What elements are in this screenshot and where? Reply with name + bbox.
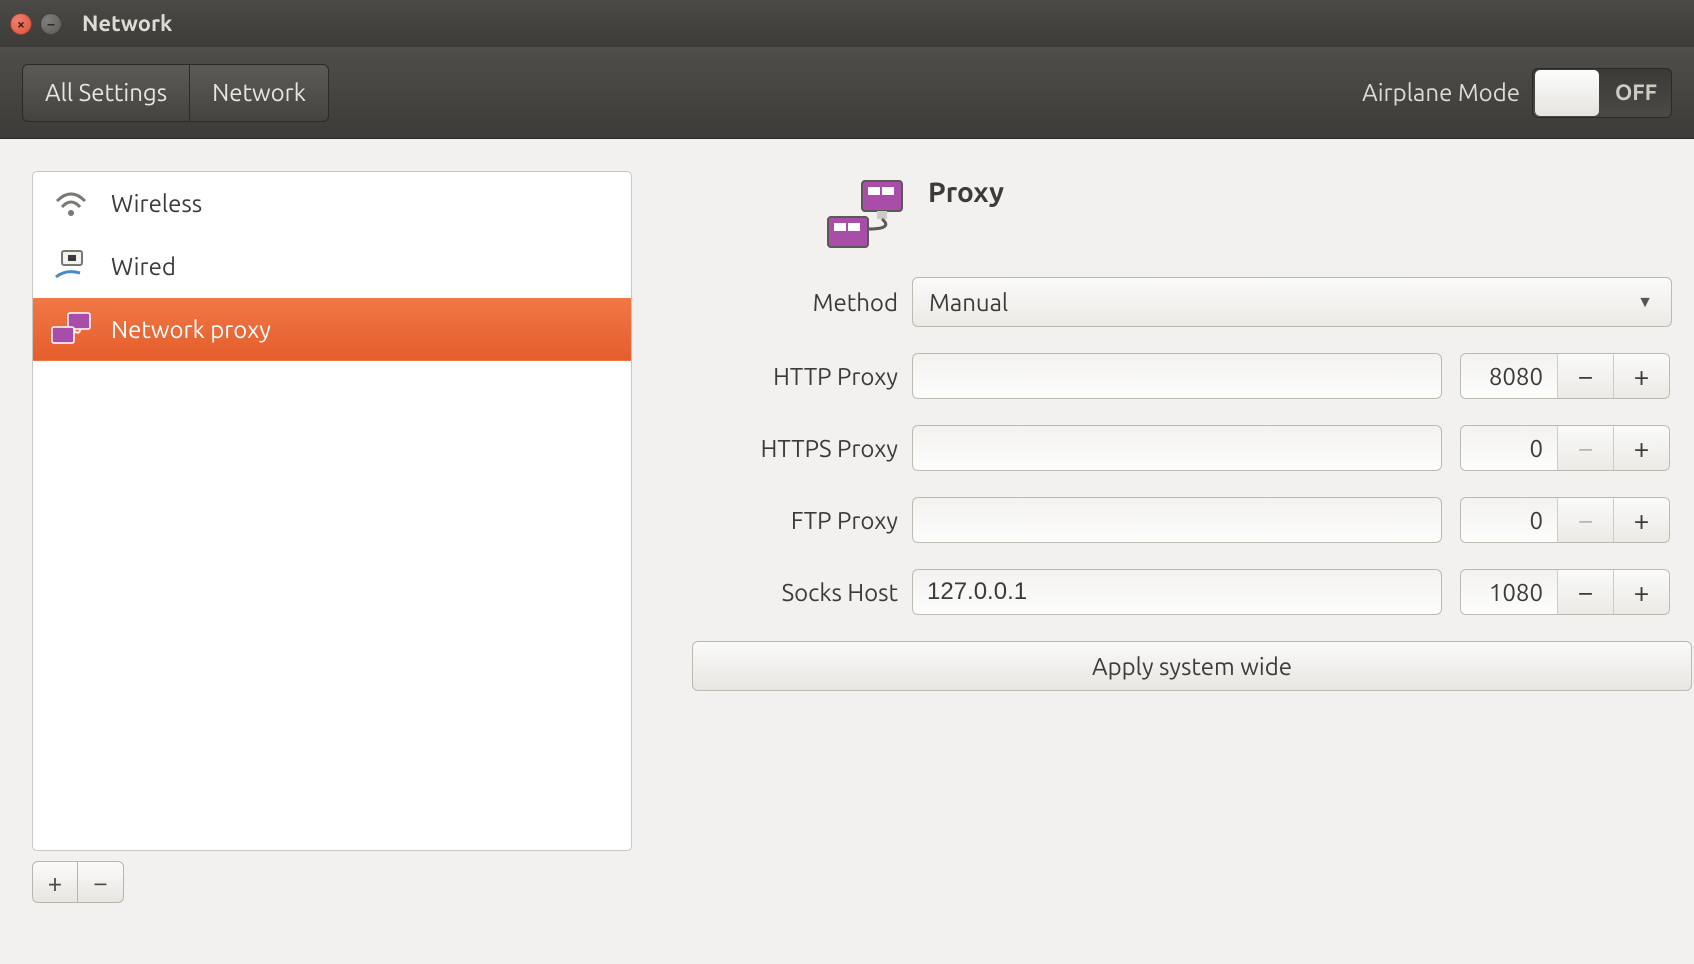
ethernet-icon	[49, 248, 93, 284]
http-proxy-label: HTTP Proxy	[672, 363, 912, 390]
ftp-proxy-port-spinner: 0 − +	[1460, 497, 1670, 543]
socks-host-row: Socks Host 1080 − +	[672, 569, 1692, 615]
https-proxy-row: HTTPS Proxy 0 − +	[672, 425, 1692, 471]
sidebar-buttons: + −	[32, 861, 632, 903]
chevron-down-icon: ▼	[1637, 293, 1653, 312]
toggle-state-label: OFF	[1601, 80, 1671, 105]
https-proxy-port-increment[interactable]: +	[1613, 426, 1669, 470]
ftp-proxy-row: FTP Proxy 0 − +	[672, 497, 1692, 543]
method-select[interactable]: Manual ▼	[912, 277, 1672, 327]
add-connection-button[interactable]: +	[32, 861, 78, 903]
remove-connection-button[interactable]: −	[78, 861, 124, 903]
method-value: Manual	[929, 289, 1008, 316]
sidebar-item-label: Wireless	[111, 190, 202, 217]
https-proxy-label: HTTPS Proxy	[672, 435, 912, 462]
ftp-proxy-port-increment[interactable]: +	[1613, 498, 1669, 542]
ftp-proxy-port-decrement[interactable]: −	[1557, 498, 1613, 542]
window-title: Network	[82, 11, 172, 36]
proxy-panel: Proxy Method Manual ▼ HTTP Proxy 8080 − …	[672, 171, 1692, 932]
sidebar-item-wireless[interactable]: Wireless	[33, 172, 631, 235]
https-proxy-port-decrement[interactable]: −	[1557, 426, 1613, 470]
connection-list: Wireless Wired	[32, 171, 632, 851]
https-proxy-port-spinner: 0 − +	[1460, 425, 1670, 471]
sidebar-item-wired[interactable]: Wired	[33, 235, 631, 298]
socks-port-decrement[interactable]: −	[1557, 570, 1613, 614]
https-proxy-port-value[interactable]: 0	[1461, 426, 1557, 470]
method-row: Method Manual ▼	[672, 277, 1692, 327]
ftp-proxy-label: FTP Proxy	[672, 507, 912, 534]
socks-port-value[interactable]: 1080	[1461, 570, 1557, 614]
titlebar: × – Network	[0, 0, 1694, 47]
sidebar-item-network-proxy[interactable]: Network proxy	[33, 298, 631, 361]
sidebar-item-label: Network proxy	[111, 316, 271, 343]
https-proxy-host-input[interactable]	[912, 425, 1442, 471]
close-window-button[interactable]: ×	[10, 13, 32, 35]
toggle-thumb	[1535, 70, 1599, 116]
proxy-icon	[49, 311, 93, 347]
sidebar-wrap: Wireless Wired	[32, 171, 632, 932]
ftp-proxy-port-value[interactable]: 0	[1461, 498, 1557, 542]
socks-host-label: Socks Host	[672, 579, 912, 606]
method-label: Method	[672, 289, 912, 316]
http-proxy-row: HTTP Proxy 8080 − +	[672, 353, 1692, 399]
wifi-icon	[49, 185, 93, 221]
network-crumb-button[interactable]: Network	[190, 64, 329, 122]
socks-host-input[interactable]	[912, 569, 1442, 615]
minimize-window-button[interactable]: –	[40, 13, 62, 35]
apply-system-wide-button[interactable]: Apply system wide	[692, 641, 1692, 691]
http-proxy-port-decrement[interactable]: −	[1557, 354, 1613, 398]
window-controls: × –	[10, 13, 62, 35]
http-proxy-port-value[interactable]: 8080	[1461, 354, 1557, 398]
socks-port-increment[interactable]: +	[1613, 570, 1669, 614]
airplane-mode-label: Airplane Mode	[1362, 79, 1520, 106]
main-area: Wireless Wired	[0, 139, 1694, 964]
toolbar: All Settings Network Airplane Mode OFF	[0, 47, 1694, 139]
proxy-header-icon	[822, 177, 910, 251]
panel-title: Proxy	[928, 177, 1004, 208]
ftp-proxy-host-input[interactable]	[912, 497, 1442, 543]
panel-header: Proxy	[672, 177, 1692, 251]
http-proxy-port-increment[interactable]: +	[1613, 354, 1669, 398]
http-proxy-host-input[interactable]	[912, 353, 1442, 399]
all-settings-button[interactable]: All Settings	[22, 64, 190, 122]
airplane-mode-toggle[interactable]: OFF	[1532, 68, 1672, 118]
sidebar-item-label: Wired	[111, 253, 176, 280]
socks-port-spinner: 1080 − +	[1460, 569, 1670, 615]
http-proxy-port-spinner: 8080 − +	[1460, 353, 1670, 399]
